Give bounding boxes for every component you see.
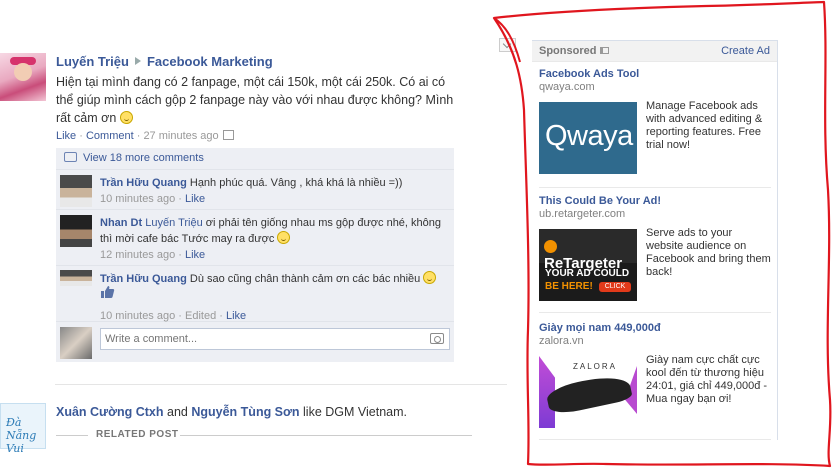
retargeter-logo: ReTargeter bbox=[544, 238, 637, 272]
comment-like-link[interactable]: Like bbox=[185, 249, 205, 261]
divider-line bbox=[180, 435, 472, 436]
commenter-name[interactable]: Trần Hữu Quang bbox=[100, 273, 187, 285]
ad-title[interactable]: Giày mọi nam 449,000đ bbox=[539, 322, 771, 334]
smile-emoticon-icon bbox=[423, 271, 437, 284]
ad-description: Giày nam cực chất cực kool đến từ thương… bbox=[646, 354, 768, 405]
ad-item[interactable]: Giày mọi nam 449,000đ zalora.vn ZALORA G… bbox=[539, 322, 771, 440]
ad-domain: qwaya.com bbox=[539, 81, 595, 93]
arrow-right-icon bbox=[134, 57, 141, 65]
story-actions: Like · Comment · 27 minutes ago bbox=[56, 130, 234, 142]
story-message: Hiện tại mình đang có 2 fanpage, một cái… bbox=[56, 75, 454, 125]
zalora-logo: ZALORA bbox=[573, 362, 618, 371]
banner-click-button: CLICK bbox=[599, 282, 631, 292]
person-link[interactable]: Nguyễn Tùng Sơn bbox=[191, 405, 299, 419]
view-more-comments[interactable]: View 18 more comments bbox=[56, 148, 454, 170]
comment-body: Nhan Dt Luyến Triệu ơi phải tên giống nh… bbox=[100, 217, 442, 261]
related-post-label: RELATED POST bbox=[96, 429, 179, 440]
ad-title[interactable]: Facebook Ads Tool bbox=[539, 68, 771, 80]
ad-image[interactable]: ZALORA bbox=[539, 356, 637, 428]
comment-time[interactable]: 10 minutes ago bbox=[100, 193, 175, 205]
ad-image[interactable]: Qwaya bbox=[539, 102, 637, 174]
author-avatar[interactable] bbox=[0, 53, 46, 101]
sponsored-column: Sponsored Create Ad Facebook Ads Tool qw… bbox=[532, 40, 778, 440]
smile-emoticon-icon bbox=[277, 231, 291, 244]
like-story: Xuân Cường Ctxh and Nguyễn Tùng Sơn like… bbox=[56, 405, 407, 419]
ad-item[interactable]: This Could Be Your Ad! ub.retargeter.com… bbox=[539, 195, 771, 313]
story-header: Luyến Triệu Facebook Marketing bbox=[56, 54, 273, 69]
comment-like-link[interactable]: Like bbox=[185, 193, 205, 205]
commenter-avatar[interactable] bbox=[60, 175, 92, 207]
comment-like-link[interactable]: Like bbox=[226, 310, 246, 322]
ad-title[interactable]: This Could Be Your Ad! bbox=[539, 195, 771, 207]
ad-domain: ub.retargeter.com bbox=[539, 208, 626, 220]
create-ad-link[interactable]: Create Ad bbox=[721, 45, 770, 57]
shoe-image bbox=[545, 371, 633, 417]
comment-item: Trần Hữu Quang Hạnh phúc quá. Vâng , khá… bbox=[56, 170, 454, 210]
retargeter-logo-icon bbox=[544, 240, 557, 253]
comment-text: Dù sao cũng chân thành cảm ơn các bác nh… bbox=[189, 273, 421, 285]
like-link[interactable]: Like bbox=[56, 130, 76, 142]
author-link[interactable]: Luyến Triệu bbox=[56, 54, 129, 69]
ad-domain: zalora.vn bbox=[539, 335, 584, 347]
ad-description: Manage Facebook ads with advanced editin… bbox=[646, 100, 763, 151]
comment-link[interactable]: Comment bbox=[86, 130, 134, 142]
view-more-link[interactable]: View 18 more comments bbox=[83, 152, 204, 164]
comment-input[interactable] bbox=[100, 328, 450, 350]
mention-link[interactable]: Luyến Triệu bbox=[145, 217, 202, 229]
current-user-avatar bbox=[60, 327, 92, 359]
commenter-avatar[interactable] bbox=[60, 215, 92, 247]
ad-image[interactable]: ReTargeter YOUR AD COULD BE HERE! CLICK bbox=[539, 229, 637, 301]
comment-time[interactable]: 10 minutes ago bbox=[100, 310, 175, 322]
comment-bubble-icon bbox=[64, 152, 77, 162]
commenter-name[interactable]: Nhan Dt bbox=[100, 217, 142, 229]
comment-item: Trần Hữu Quang Dù sao cũng chân thành cả… bbox=[56, 266, 454, 322]
qwaya-logo: Qwaya bbox=[545, 120, 633, 152]
chevron-down-icon[interactable] bbox=[499, 38, 516, 52]
commenter-avatar[interactable] bbox=[60, 270, 92, 286]
page-avatar-logo: Đà Nẵng Vui bbox=[6, 416, 37, 455]
banner-line-1: YOUR AD COULD bbox=[545, 268, 630, 279]
megaphone-icon bbox=[600, 47, 610, 54]
target-page-link[interactable]: Facebook Marketing bbox=[147, 54, 273, 69]
banner-line-2: BE HERE! bbox=[545, 281, 593, 292]
smile-emoticon-icon bbox=[119, 111, 133, 124]
conjunction: and bbox=[167, 405, 188, 419]
edited-label[interactable]: Edited bbox=[185, 310, 216, 322]
ad-description: Serve ads to your website audience on Fa… bbox=[646, 227, 771, 278]
comment-body: Trần Hữu Quang Hạnh phúc quá. Vâng , khá… bbox=[100, 177, 403, 205]
story-text: Hiện tại mình đang có 2 fanpage, một cái… bbox=[56, 73, 456, 127]
related-post-divider: RELATED POST bbox=[56, 428, 472, 442]
story-divider bbox=[55, 384, 507, 385]
page-avatar[interactable]: Đà Nẵng Vui bbox=[0, 403, 46, 455]
comment-item: Nhan Dt Luyến Triệu ơi phải tên giống nh… bbox=[56, 210, 454, 266]
comment-time[interactable]: 12 minutes ago bbox=[100, 249, 175, 261]
sponsored-title: Sponsored bbox=[539, 45, 597, 57]
comment-list: View 18 more comments Trần Hữu Quang Hạn… bbox=[56, 148, 454, 362]
commenter-name[interactable]: Trần Hữu Quang bbox=[100, 177, 187, 189]
sponsored-header: Sponsored Create Ad bbox=[532, 40, 777, 62]
camera-icon[interactable] bbox=[430, 333, 444, 344]
comment-body: Trần Hữu Quang Dù sao cũng chân thành cả… bbox=[100, 266, 454, 328]
thumbs-up-icon bbox=[101, 286, 115, 298]
divider-line bbox=[56, 435, 88, 436]
like-action-text: like DGM Vietnam. bbox=[303, 405, 407, 419]
story-time[interactable]: 27 minutes ago bbox=[143, 130, 218, 142]
ad-item[interactable]: Facebook Ads Tool qwaya.com Qwaya Manage… bbox=[539, 68, 771, 188]
write-comment-row bbox=[56, 322, 454, 362]
comment-text: Hạnh phúc quá. Vâng , khá khá là nhiều =… bbox=[189, 177, 403, 189]
audience-icon[interactable] bbox=[222, 130, 234, 140]
person-link[interactable]: Xuân Cường Ctxh bbox=[56, 405, 164, 419]
